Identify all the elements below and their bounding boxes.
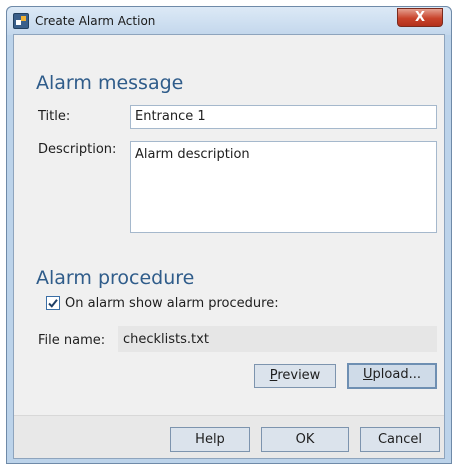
window-title: Create Alarm Action (35, 14, 156, 28)
checkmark-icon (48, 299, 58, 308)
show-procedure-checkbox[interactable] (46, 296, 60, 310)
title-bar[interactable]: Create Alarm Action X (7, 7, 451, 35)
dialog-window: Create Alarm Action X Alarm message Titl… (6, 6, 452, 464)
file-name-field: checklists.txt (118, 326, 437, 352)
alarm-message-heading: Alarm message (36, 72, 184, 94)
description-textarea[interactable]: Alarm description (130, 141, 437, 233)
cancel-button[interactable]: Cancel (360, 427, 440, 452)
close-button[interactable]: X (397, 8, 443, 27)
upload-button[interactable]: Upload... (347, 363, 437, 389)
file-name-label: File name: (38, 333, 106, 348)
description-label: Description: (38, 142, 117, 157)
show-procedure-label[interactable]: On alarm show alarm procedure: (65, 296, 279, 311)
close-icon: X (414, 10, 426, 25)
alarm-procedure-heading: Alarm procedure (36, 267, 195, 289)
preview-label: review (277, 368, 321, 383)
upload-accelerator: U (363, 367, 373, 382)
ok-button[interactable]: OK (261, 427, 349, 452)
title-input[interactable]: Entrance 1 (130, 105, 437, 129)
help-button[interactable]: Help (170, 427, 250, 452)
app-icon (13, 13, 29, 29)
dialog-footer: Help OK Cancel (14, 415, 444, 458)
preview-button[interactable]: Preview (254, 364, 336, 388)
upload-label: pload... (372, 367, 421, 382)
title-label: Title: (38, 109, 71, 124)
dialog-content: Alarm message Title: Entrance 1 Descript… (13, 34, 445, 459)
